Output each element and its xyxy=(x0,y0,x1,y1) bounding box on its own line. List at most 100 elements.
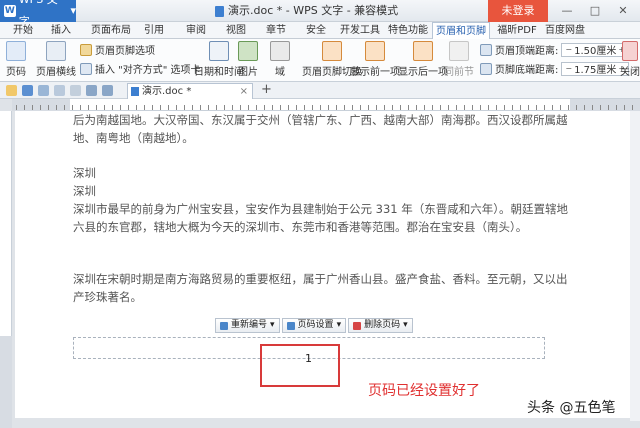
tab-home[interactable]: 开始 xyxy=(8,22,38,39)
decrement-button[interactable]: − xyxy=(565,64,572,73)
renumber-button[interactable]: 重新编号 ▾ xyxy=(215,318,280,333)
app-menu-button[interactable]: W WPS 文字 ▾ xyxy=(0,0,76,28)
preview-icon[interactable] xyxy=(54,85,65,96)
open-icon[interactable] xyxy=(6,85,17,96)
chevron-down-icon: ▾ xyxy=(403,320,408,330)
redo-icon[interactable] xyxy=(102,85,113,96)
ruler-tick xyxy=(504,105,505,110)
ruler-tick xyxy=(128,105,129,110)
window-title: 演示.doc * - WPS 文字 - 兼容模式 xyxy=(215,0,398,22)
ruler-tick xyxy=(280,105,281,110)
document-tab[interactable]: 演示.doc * × xyxy=(127,83,253,99)
picture-icon xyxy=(238,41,258,61)
chevron-down-icon: ▾ xyxy=(70,4,76,17)
ruler-tick xyxy=(168,105,169,110)
ruler-tick xyxy=(432,105,433,110)
ruler-tick xyxy=(320,105,321,110)
ruler-tick xyxy=(560,105,561,110)
vertical-ruler[interactable] xyxy=(0,111,12,428)
minimize-button[interactable]: — xyxy=(556,0,578,22)
tab-security[interactable]: 安全 xyxy=(302,22,330,39)
tab-developer[interactable]: 开发工具 xyxy=(338,22,382,39)
save-icon[interactable] xyxy=(22,85,33,96)
close-tab-icon[interactable]: × xyxy=(240,84,248,99)
ruler-tick xyxy=(120,105,121,110)
ruler-tick xyxy=(352,105,353,110)
picture-button[interactable]: 图片 xyxy=(238,41,258,78)
options-icon xyxy=(80,43,92,56)
delete-page-number-button[interactable]: 删除页码 ▾ xyxy=(348,318,413,333)
header-line-button[interactable]: 页眉横线 xyxy=(36,41,76,78)
ruler-tick xyxy=(368,105,369,110)
insert-align-tab-button[interactable]: 插入 "对齐方式" 选项卡 xyxy=(80,61,201,76)
tab-review[interactable]: 审阅 xyxy=(182,22,210,39)
paragraph[interactable]: 深圳市最早的前身为广州宝安县，宝安作为县建制始于公元 331 年（东晋咸和六年）… xyxy=(73,200,573,236)
tab-baidu-netdisk[interactable]: 百度网盘 xyxy=(540,22,590,39)
header-top-distance: 页眉顶端距离: − 1.50厘米 + xyxy=(480,42,630,57)
tab-sections[interactable]: 章节 xyxy=(262,22,290,39)
ruler-tick xyxy=(288,105,289,110)
ruler-tick xyxy=(160,105,161,110)
show-previous-button[interactable]: 显示前一项 xyxy=(350,41,400,78)
ruler-tick xyxy=(448,105,449,110)
switch-icon xyxy=(322,41,342,61)
page-number-button[interactable]: 页码 xyxy=(6,41,26,78)
header-top-spinner[interactable]: − 1.50厘米 + xyxy=(561,42,630,57)
close-window-button[interactable]: ✕ xyxy=(612,0,634,22)
print-icon[interactable] xyxy=(38,85,49,96)
paragraph[interactable]: 后为南越国地。大汉帝国、东汉属于交州（管辖广东、广西、越南大部）南海郡。西汉设郡… xyxy=(73,111,573,147)
maximize-button[interactable]: □ xyxy=(584,0,606,22)
login-button[interactable]: 未登录 xyxy=(488,0,548,22)
ruler-tick xyxy=(104,105,105,110)
footer-bottom-spinner[interactable]: − 1.75厘米 + xyxy=(561,61,630,76)
undo-icon[interactable] xyxy=(86,85,97,96)
new-tab-button[interactable]: + xyxy=(261,82,272,98)
tab-references[interactable]: 引用 xyxy=(140,22,168,39)
paragraph[interactable]: 深圳 xyxy=(73,164,573,182)
field-button[interactable]: 域 xyxy=(270,41,290,78)
ruler-tick xyxy=(544,105,545,110)
tab-header-footer[interactable]: 页眉和页脚 xyxy=(432,22,490,40)
tab-page-layout[interactable]: 页面布局 xyxy=(86,22,136,39)
show-next-button[interactable]: 显示后一项 xyxy=(398,41,448,78)
format-painter-icon[interactable] xyxy=(70,85,81,96)
close-header-footer-button[interactable]: 关闭 xyxy=(620,41,640,78)
document-icon xyxy=(131,87,139,96)
tab-view[interactable]: 视图 xyxy=(222,22,250,39)
ruler-tick xyxy=(592,105,593,110)
next-icon xyxy=(413,41,433,61)
page-number-settings-button[interactable]: 页码设置 ▾ xyxy=(281,318,347,333)
ruler-tick xyxy=(64,105,65,110)
vertical-scrollbar[interactable] xyxy=(630,111,640,421)
tab-insert[interactable]: 插入 xyxy=(46,22,76,39)
ruler-tick xyxy=(480,105,481,110)
same-as-previous-button[interactable]: 同前节 xyxy=(444,41,474,78)
tab-features[interactable]: 特色功能 xyxy=(386,22,430,39)
ruler-tick xyxy=(552,105,553,110)
chevron-down-icon: ▾ xyxy=(270,320,275,330)
ruler-tick xyxy=(56,105,57,110)
date-time-button[interactable]: 日期和时间 xyxy=(194,41,244,78)
ruler-tick xyxy=(456,105,457,110)
ruler-tick xyxy=(488,105,489,110)
ruler-tick xyxy=(112,105,113,110)
ruler-tick xyxy=(528,105,529,110)
ruler-tick xyxy=(72,105,73,110)
ruler-tick xyxy=(240,105,241,110)
ruler-tick xyxy=(568,105,569,110)
header-options-button[interactable]: 页眉页脚选项 xyxy=(80,42,155,57)
ruler-tick xyxy=(256,105,257,110)
footer-distance-icon xyxy=(480,62,492,75)
ruler-tick xyxy=(264,105,265,110)
ruler-tick xyxy=(296,105,297,110)
ruler-tick xyxy=(80,105,81,110)
menu-tabs: 开始 插入 页面布局 引用 审阅 视图 章节 安全 开发工具 特色功能 页眉和页… xyxy=(0,22,640,40)
decrement-button[interactable]: − xyxy=(565,45,572,54)
ruler-tick xyxy=(384,105,385,110)
horizontal-ruler[interactable] xyxy=(12,99,640,111)
calendar-clock-icon xyxy=(209,41,229,61)
tab-foxit-pdf[interactable]: 福昕PDF xyxy=(494,22,540,39)
paragraph[interactable]: 深圳在宋朝时期是南方海路贸易的重要枢纽，属于广州香山县。盛产食盐、香料。至元朝，… xyxy=(73,270,573,306)
delete-icon xyxy=(353,321,362,330)
paragraph[interactable]: 深圳 xyxy=(73,182,573,200)
